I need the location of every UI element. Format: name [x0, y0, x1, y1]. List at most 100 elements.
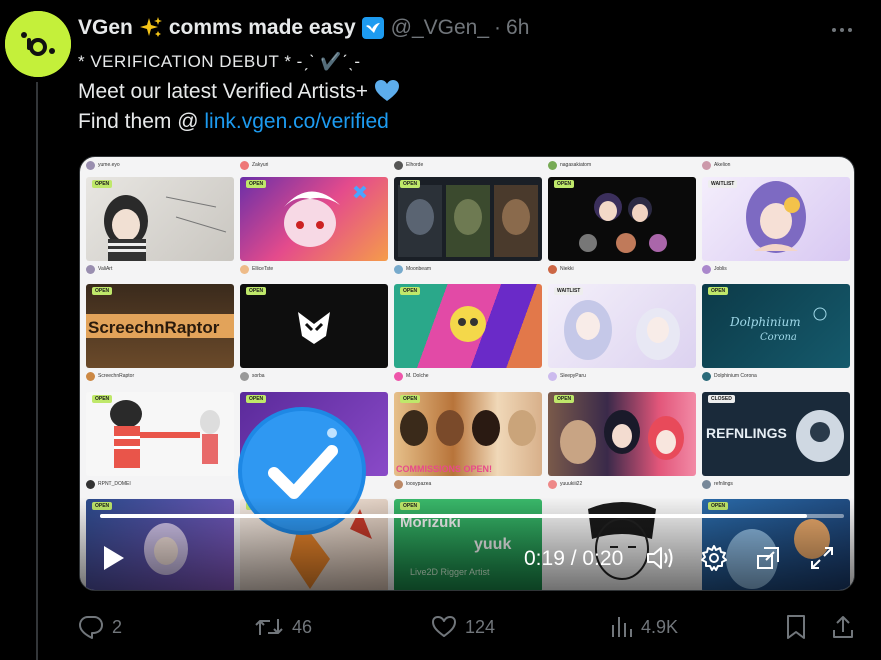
artist-name: ValiArt: [98, 266, 113, 272]
artist-name: Dolphinium Corona: [714, 373, 757, 379]
video-time: 0:19 / 0:20: [524, 547, 624, 570]
artist-meta: ScreechnRaptor: [86, 370, 134, 382]
artist-meta: ElliceTste: [240, 263, 273, 275]
artist-avatar: [548, 479, 557, 489]
artist-meta: Moonbeam: [394, 263, 431, 275]
reply-button[interactable]: 2: [78, 612, 122, 642]
artist-thumbnail: OPEN: [86, 392, 234, 476]
picture-in-picture-button[interactable]: [753, 543, 783, 573]
artist-name: yuuukiii22: [560, 481, 583, 487]
display-name[interactable]: VGen: [78, 16, 133, 40]
settings-button[interactable]: [699, 543, 729, 573]
thread-line: [36, 82, 38, 660]
status-tag: OPEN: [246, 395, 267, 403]
video-progress-fill: [100, 514, 807, 518]
analytics-icon: [612, 617, 632, 637]
play-icon: [104, 546, 124, 570]
play-button[interactable]: [102, 544, 126, 572]
retweet-count: 46: [292, 616, 313, 637]
status-tag: OPEN: [92, 395, 113, 403]
like-count: 124: [465, 616, 496, 637]
artist-avatar: [86, 479, 95, 489]
artist-avatar: [548, 371, 557, 381]
artist-avatar: [86, 264, 95, 274]
artist-avatar: [394, 264, 403, 274]
handle[interactable]: @_VGen_: [391, 16, 489, 40]
bookmark-button[interactable]: [785, 612, 807, 642]
video-controls-overlay: [80, 497, 854, 590]
status-tag: OPEN: [708, 287, 729, 295]
thumb-text: REFNLINGS: [706, 425, 787, 441]
tweet-text-line-3: Find them @ link.vgen.co/verified: [78, 110, 389, 134]
speaker-icon: [647, 547, 673, 569]
artist-name: RPNT_DOMEI: [98, 481, 131, 487]
artist-avatar: [702, 371, 711, 381]
artist-avatar: [394, 479, 403, 489]
artist-avatar: [86, 160, 95, 170]
artist-thumbnail: ScreechnRaptor OPEN: [86, 284, 234, 368]
artist-name: nagasakiatom: [560, 162, 592, 168]
video-player[interactable]: yume.eyo Zakyuri Elhorde nagasakiatom Ak…: [79, 156, 855, 591]
more-options-button[interactable]: [822, 20, 862, 40]
tweet-text-line-1: * VERIFICATION DEBUT * -ˏˋ ✔️ˊˎ-: [78, 52, 361, 71]
status-tag: OPEN: [400, 180, 421, 188]
artist-name: Joblis: [714, 266, 727, 272]
artist-name: Niekki: [560, 266, 574, 272]
thumb-text: ScreechnRaptor: [88, 318, 220, 337]
artist-meta: M. Dolche: [394, 370, 429, 382]
views-button[interactable]: 4.9K: [609, 612, 678, 642]
share-button[interactable]: [831, 612, 855, 642]
artist-meta: Joblis: [702, 263, 727, 275]
tweet-text-line-2: Meet our latest Verified Artists+: [78, 79, 400, 109]
artist-avatar: [240, 160, 249, 170]
artist-avatar: [394, 371, 403, 381]
artist-name: M. Dolche: [406, 373, 429, 379]
avatar[interactable]: [5, 11, 71, 77]
status-tag: OPEN: [246, 180, 267, 188]
reply-count: 2: [112, 616, 123, 637]
like-button[interactable]: 124: [431, 612, 495, 642]
verified-link[interactable]: link.vgen.co/verified: [204, 110, 388, 133]
artist-thumbnail: OPEN: [548, 177, 696, 261]
dot-icon: [848, 28, 852, 32]
artist-name: ScreechnRaptor: [98, 373, 135, 379]
artist-name: ElliceTste: [252, 266, 274, 272]
status-tag: WAITLIST: [708, 180, 738, 188]
artist-avatar: [702, 160, 711, 170]
status-tag: OPEN: [400, 395, 421, 403]
status-tag: OPEN: [246, 287, 267, 295]
verified-badge-icon[interactable]: [361, 16, 385, 40]
video-progress-bar[interactable]: [100, 514, 844, 518]
blue-heart-icon: [374, 79, 400, 109]
separator: ·: [494, 16, 502, 39]
artist-meta: yume.eyo: [86, 159, 120, 171]
artist-name: Moonbeam: [406, 266, 432, 272]
timestamp[interactable]: 6h: [506, 16, 529, 40]
artist-avatar: [86, 371, 95, 381]
artist-meta: sorba: [240, 370, 265, 382]
fullscreen-button[interactable]: [807, 543, 837, 573]
artist-meta: RPNT_DOMEI: [86, 478, 131, 490]
display-name-suffix[interactable]: comms made easy: [169, 16, 356, 40]
artist-avatar: [702, 479, 711, 489]
retweet-icon: [255, 619, 283, 635]
artist-avatar: [240, 264, 249, 274]
retweet-button[interactable]: 46: [254, 612, 312, 642]
artist-thumbnail: WAITLIST: [548, 284, 696, 368]
expand-icon: [811, 547, 833, 569]
tweet-text: Meet our latest Verified Artists+: [78, 80, 369, 103]
status-tag: OPEN: [92, 287, 113, 295]
heart-icon: [432, 616, 456, 637]
volume-button[interactable]: [646, 543, 676, 573]
artist-name: yume.eyo: [98, 162, 120, 168]
artist-name: refnlings: [714, 481, 733, 487]
artist-name: sorba: [252, 373, 265, 379]
artist-meta: Dolphinium Corona: [702, 370, 757, 382]
artist-meta: refnlings: [702, 478, 733, 490]
tweet-header: VGen comms made easy @_VGen_ · 6h: [78, 14, 529, 42]
thumb-text: Dolphinium: [729, 315, 801, 329]
pip-icon: [757, 547, 779, 569]
artist-thumbnail: OPEN: [394, 177, 542, 261]
status-tag: OPEN: [92, 180, 113, 188]
artist-meta: Akelion: [702, 159, 730, 171]
